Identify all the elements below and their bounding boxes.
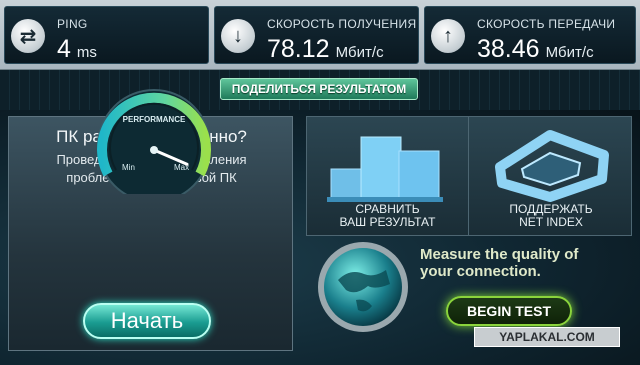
ping-arrows-icon: ⇄ <box>11 19 45 53</box>
measure-quality-line2: your connection. <box>420 263 541 280</box>
download-value: 78.12 Мбит/с <box>267 35 384 64</box>
bar-chart-icon-bar3 <box>398 150 440 200</box>
tiles-panel: СРАВНИТЬ ВАШ РЕЗУЛЬТАТ ПОДДЕРЖАТЬ NET IN… <box>306 116 632 236</box>
compare-results-label: СРАВНИТЬ ВАШ РЕЗУЛЬТАТ <box>307 203 468 229</box>
support-net-index-label-line2: NET INDEX <box>519 215 583 229</box>
measure-quality-text: Measure the quality of your connection. <box>420 246 630 280</box>
share-result-label: ПОДЕЛИТЬСЯ РЕЗУЛЬТАТОМ <box>231 82 407 96</box>
begin-test-button[interactable]: BEGIN TEST <box>446 296 572 326</box>
download-unit: Мбит/с <box>335 44 384 61</box>
net-index-icon-center <box>520 151 582 187</box>
download-label: СКОРОСТЬ ПОЛУЧЕНИЯ <box>267 17 417 31</box>
ping-label: PING <box>57 17 88 31</box>
gauge-label: PERFORMANCE <box>123 115 186 124</box>
globe-icon[interactable] <box>316 240 410 334</box>
bar-chart-icon-bar2 <box>360 136 402 200</box>
upload-arrow-icon: ↑ <box>431 19 465 53</box>
upload-unit: Мбит/с <box>545 44 594 61</box>
gauge-hub <box>150 146 158 154</box>
upload-stat: ↑ СКОРОСТЬ ПЕРЕДАЧИ 38.46 Мбит/с <box>424 6 636 64</box>
download-number: 78.12 <box>267 35 330 63</box>
performance-gauge: PERFORMANCE Min Max <box>97 89 211 194</box>
gauge-bezel <box>97 89 211 194</box>
start-button[interactable]: Начать <box>83 303 211 339</box>
download-arrow-icon: ↓ <box>221 19 255 53</box>
stats-bar: ⇄ PING 4 ms ↓ СКОРОСТЬ ПОЛУЧЕНИЯ 78.12 Мби… <box>0 0 640 70</box>
net-index-icon <box>495 130 609 202</box>
ping-number: 4 <box>57 35 71 63</box>
upload-label: СКОРОСТЬ ПЕРЕДАЧИ <box>477 17 616 31</box>
ping-value: 4 ms <box>57 35 97 64</box>
ping-unit: ms <box>76 44 97 61</box>
compare-results-label-line2: ВАШ РЕЗУЛЬТАТ <box>339 215 436 229</box>
watermark: YAPLAKAL.COM <box>474 327 620 347</box>
upload-number: 38.46 <box>477 35 540 63</box>
ping-stat: ⇄ PING 4 ms <box>4 6 209 64</box>
gauge-min-label: Min <box>122 163 135 172</box>
support-net-index-label: ПОДДЕРЖАТЬ NET INDEX <box>470 203 632 229</box>
download-stat: ↓ СКОРОСТЬ ПОЛУЧЕНИЯ 78.12 Мбит/с <box>214 6 419 64</box>
measure-quality-line1: Measure the quality of <box>420 246 579 263</box>
bar-chart-icon <box>327 136 443 202</box>
share-result-button[interactable]: ПОДЕЛИТЬСЯ РЕЗУЛЬТАТОМ <box>220 78 418 100</box>
support-net-index-tile[interactable]: ПОДДЕРЖАТЬ NET INDEX <box>470 117 632 235</box>
compare-results-tile[interactable]: СРАВНИТЬ ВАШ РЕЗУЛЬТАТ <box>307 117 469 235</box>
upload-value: 38.46 Мбит/с <box>477 35 594 64</box>
